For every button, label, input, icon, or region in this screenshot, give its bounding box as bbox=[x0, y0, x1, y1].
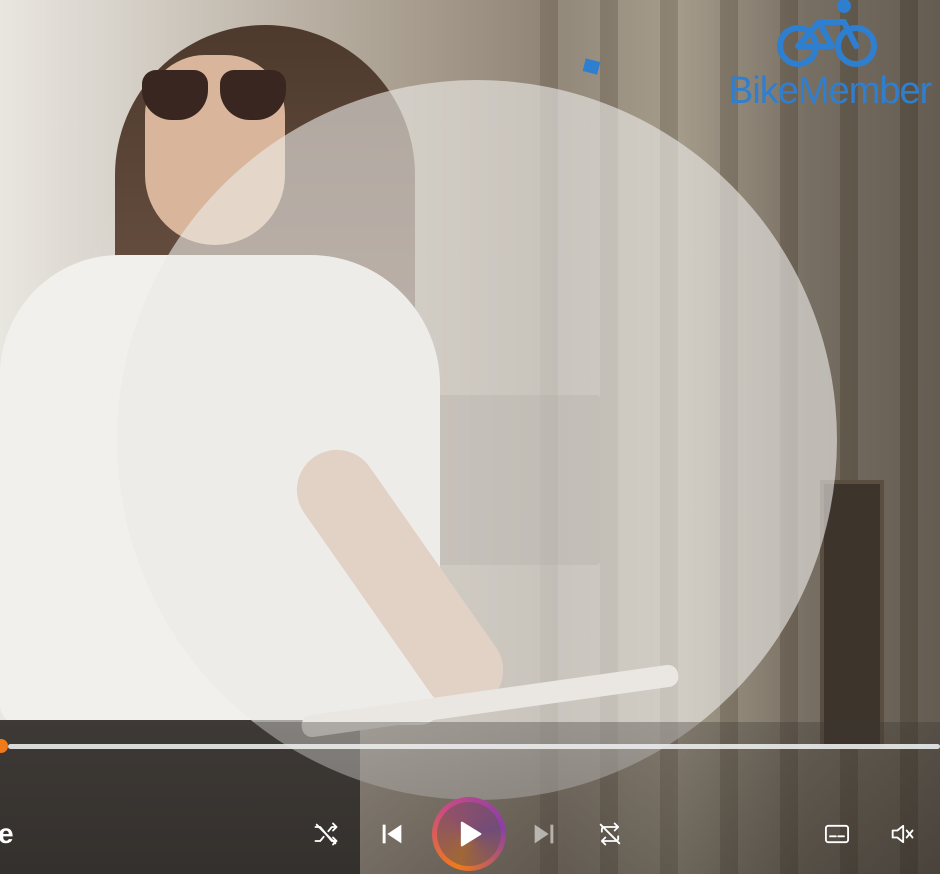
previous-button[interactable] bbox=[376, 818, 408, 850]
play-button[interactable] bbox=[432, 797, 506, 871]
bicycle-rider-icon bbox=[777, 0, 877, 67]
repeat-button[interactable] bbox=[594, 818, 626, 850]
progress-track[interactable] bbox=[8, 744, 940, 749]
volume-button[interactable] bbox=[886, 818, 918, 850]
shuffle-button[interactable] bbox=[310, 818, 342, 850]
brand-logo[interactable]: BikeMember bbox=[724, 0, 940, 116]
subtitles-button[interactable] bbox=[820, 818, 854, 850]
track-title: e bbox=[0, 818, 14, 849]
next-button[interactable] bbox=[528, 818, 560, 850]
brand-name: BikeMember bbox=[728, 70, 932, 112]
volume-muted-icon bbox=[891, 824, 914, 844]
sunglasses bbox=[140, 70, 290, 122]
background-window bbox=[820, 480, 884, 748]
skip-next-icon bbox=[534, 824, 554, 844]
subtitles-icon bbox=[824, 824, 850, 844]
repeat-off-icon bbox=[599, 822, 621, 846]
play-icon bbox=[460, 821, 482, 847]
play-button-inner bbox=[437, 802, 501, 866]
shuffle-icon bbox=[314, 822, 338, 846]
overlay-circle bbox=[117, 80, 837, 800]
skip-previous-icon bbox=[382, 824, 402, 844]
